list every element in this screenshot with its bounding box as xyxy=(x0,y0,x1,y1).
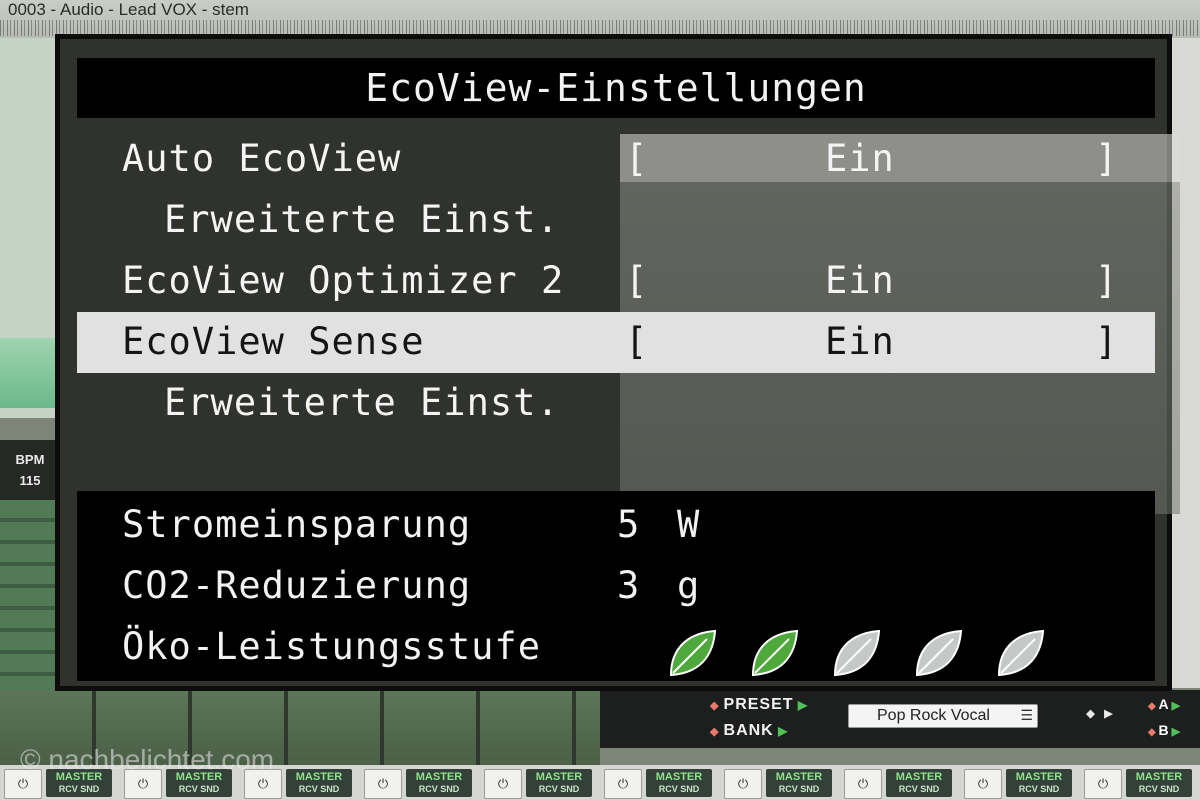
osd-menu-item-value[interactable]: Ein xyxy=(825,320,895,363)
master-strip-unit: ⏻ MASTER RCV SND xyxy=(960,765,1080,800)
master-button[interactable]: MASTER RCV SND xyxy=(526,769,592,797)
master-strip-unit: ⏻ MASTER RCV SND xyxy=(840,765,960,800)
master-button[interactable]: MASTER RCV SND xyxy=(1126,769,1192,797)
bpm-display[interactable]: BPM 115 xyxy=(0,440,60,500)
power-saving-label: Stromeinsparung xyxy=(122,503,472,546)
osd-menu-item-value[interactable]: Ein xyxy=(825,137,895,180)
osd-menu-item-label: EcoView Optimizer 2 xyxy=(122,259,565,302)
list-menu-icon[interactable]: ☰ xyxy=(1020,707,1033,724)
master-sub-label: RCV SND xyxy=(778,784,820,794)
master-sub-label: RCV SND xyxy=(658,784,700,794)
track-lane-left xyxy=(0,38,55,418)
master-sub-label: RCV SND xyxy=(58,784,100,794)
mixer-faders xyxy=(0,500,60,700)
master-strip-unit: ⏻ MASTER RCV SND xyxy=(480,765,600,800)
osd-menu-item-label: Erweiterte Einst. xyxy=(164,381,560,424)
osd-menu-item[interactable]: Erweiterte Einst. xyxy=(77,373,1155,434)
preset-name-field[interactable]: Pop Rock Vocal ☰ xyxy=(848,704,1038,728)
master-button[interactable]: MASTER RCV SND xyxy=(766,769,832,797)
ecoview-osd-dialog: EcoView-Einstellungen Auto EcoView[Ein] E… xyxy=(55,34,1180,691)
master-button[interactable]: MASTER RCV SND xyxy=(406,769,472,797)
bank-button[interactable]: BANK xyxy=(710,722,788,740)
power-saving-value: 5 xyxy=(617,503,641,546)
watermark: © nachbelichtet.com xyxy=(20,744,275,775)
co2-label: CO2-Reduzierung xyxy=(122,564,472,607)
master-sub-label: RCV SND xyxy=(418,784,460,794)
co2-value: 3 xyxy=(617,564,641,607)
osd-menu-item[interactable]: Auto EcoView [ Ein] xyxy=(77,129,1155,190)
master-label: MASTER xyxy=(415,771,463,783)
master-button[interactable]: MASTER RCV SND xyxy=(886,769,952,797)
power-icon[interactable]: ⏻ xyxy=(484,769,522,799)
osd-menu-item-label: Erweiterte Einst. xyxy=(164,198,560,241)
value-bracket-right: ] xyxy=(1095,137,1119,180)
master-sub-label: RCV SND xyxy=(898,784,940,794)
value-bracket-left: [ xyxy=(625,137,649,180)
master-strip-unit: ⏻ MASTER RCV SND xyxy=(1080,765,1200,800)
preset-button[interactable]: PRESET xyxy=(710,696,808,714)
leaf-inactive-icon xyxy=(913,627,965,679)
b-button[interactable]: B xyxy=(1148,722,1180,738)
eco-stats-panel: Stromeinsparung 5 W CO2-Reduzierung 3 g … xyxy=(77,491,1155,681)
master-label: MASTER xyxy=(1015,771,1063,783)
master-sub-label: RCV SND xyxy=(298,784,340,794)
leaf-active-icon xyxy=(667,627,719,679)
track-title: 0003 - Audio - Lead VOX - stem xyxy=(8,0,249,19)
osd-menu-item-label: Auto EcoView xyxy=(122,137,402,180)
preset-nav-arrows-icon[interactable]: ◆ ▶ xyxy=(1086,704,1113,722)
osd-menu-item-value[interactable]: Ein xyxy=(825,259,895,302)
master-strip-unit: ⏻ MASTER RCV SND xyxy=(360,765,480,800)
power-icon[interactable]: ⏻ xyxy=(844,769,882,799)
master-button[interactable]: MASTER RCV SND xyxy=(1006,769,1072,797)
master-sub-label: RCV SND xyxy=(1138,784,1180,794)
master-sub-label: RCV SND xyxy=(538,784,580,794)
master-label: MASTER xyxy=(895,771,943,783)
leaf-inactive-icon xyxy=(995,627,1047,679)
master-label: MASTER xyxy=(775,771,823,783)
power-icon[interactable]: ⏻ xyxy=(724,769,762,799)
master-strip-unit: ⏻ MASTER RCV SND xyxy=(720,765,840,800)
power-saving-unit: W xyxy=(677,503,701,546)
leaf-active-icon xyxy=(749,627,801,679)
osd-menu: Auto EcoView [ Ein] Erweiterte Einst. EcoVie… xyxy=(77,129,1155,434)
value-bracket-left: [ xyxy=(625,259,649,302)
master-label: MASTER xyxy=(295,771,343,783)
master-button[interactable]: MASTER RCV SND xyxy=(286,769,352,797)
leaf-inactive-icon xyxy=(831,627,883,679)
master-label: MASTER xyxy=(535,771,583,783)
osd-menu-item[interactable]: EcoView Sense [ Ein] xyxy=(77,312,1155,373)
eco-level-label: Öko-Leistungsstufe xyxy=(122,625,541,668)
master-sub-label: RCV SND xyxy=(1018,784,1060,794)
master-label: MASTER xyxy=(1135,771,1183,783)
value-bracket-left: [ xyxy=(625,320,649,363)
osd-menu-item-label: EcoView Sense xyxy=(122,320,425,363)
co2-unit: g xyxy=(677,564,701,607)
bpm-value: 115 xyxy=(19,473,41,488)
power-icon[interactable]: ⏻ xyxy=(1084,769,1122,799)
power-icon[interactable]: ⏻ xyxy=(604,769,642,799)
value-bracket-right: ] xyxy=(1095,320,1119,363)
a-button[interactable]: A xyxy=(1148,696,1180,712)
master-sub-label: RCV SND xyxy=(178,784,220,794)
power-icon[interactable]: ⏻ xyxy=(964,769,1002,799)
preset-panel: PRESET BANK Pop Rock Vocal ☰ ◆ ▶ A B xyxy=(600,690,1200,748)
osd-menu-item[interactable]: EcoView Optimizer 2 [ Ein] xyxy=(77,251,1155,312)
bpm-label: BPM xyxy=(15,452,45,467)
eco-level-leaves xyxy=(667,627,1047,679)
master-strip-unit: ⏻ MASTER RCV SND xyxy=(600,765,720,800)
value-bracket-right: ] xyxy=(1095,259,1119,302)
power-icon[interactable]: ⏻ xyxy=(364,769,402,799)
master-label: MASTER xyxy=(655,771,703,783)
osd-title: EcoView-Einstellungen xyxy=(77,58,1155,118)
preset-name: Pop Rock Vocal xyxy=(877,707,990,724)
master-button[interactable]: MASTER RCV SND xyxy=(646,769,712,797)
osd-menu-item[interactable]: Erweiterte Einst. xyxy=(77,190,1155,251)
